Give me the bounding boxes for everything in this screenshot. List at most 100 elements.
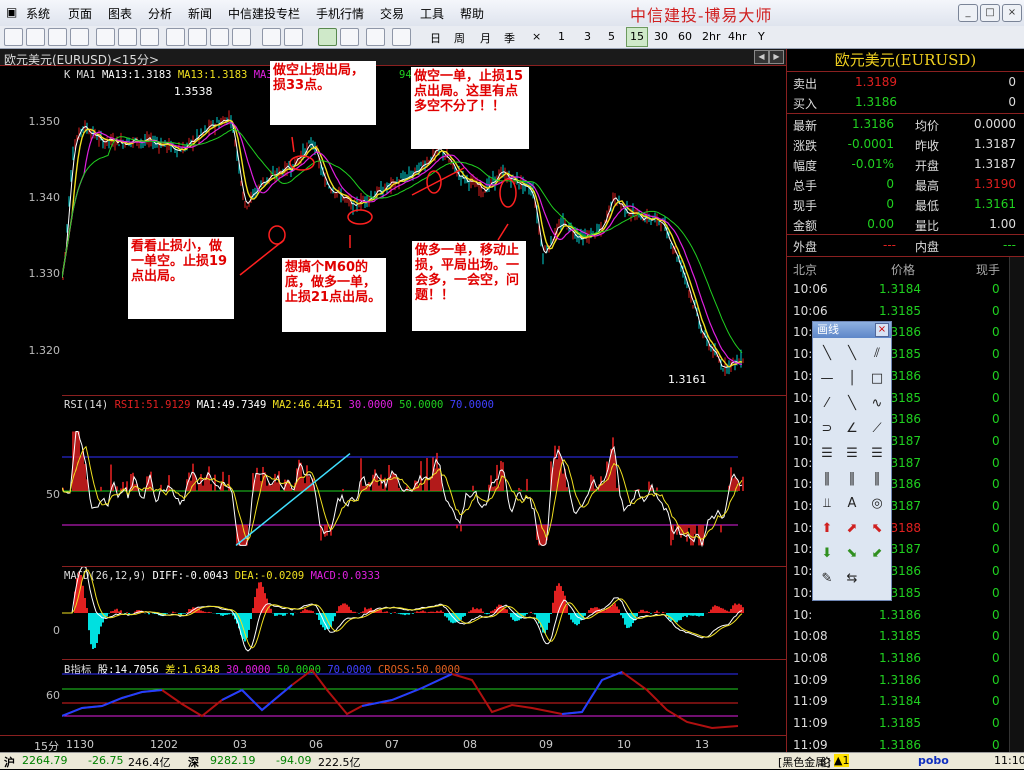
export-icon[interactable] <box>262 28 281 46</box>
draw-tool-icon[interactable]: ╲ <box>841 394 863 414</box>
zoom-out-icon[interactable] <box>210 28 229 46</box>
rsi-pane[interactable] <box>61 396 786 567</box>
draw-tool-icon[interactable]: ✎ <box>816 569 838 589</box>
refresh-icon[interactable] <box>166 28 185 46</box>
palette-title-bar[interactable]: 画线 × <box>813 322 891 338</box>
menu-news[interactable]: 新闻 <box>188 5 212 22</box>
maximize-icon[interactable]: □ <box>980 4 1000 22</box>
draw-tool-icon[interactable]: ‖ <box>816 469 838 489</box>
menu-chart[interactable]: 图表 <box>108 5 132 22</box>
draw-tool-icon[interactable]: ⬉ <box>866 519 888 539</box>
draw-tool-icon[interactable]: ☰ <box>866 444 888 464</box>
draw-tool-icon[interactable]: ⊃ <box>816 419 838 439</box>
list-icon[interactable] <box>48 28 67 46</box>
draw-tool-icon[interactable]: │ <box>841 369 863 389</box>
menu-analysis[interactable]: 分析 <box>148 5 172 22</box>
period-1[interactable]: 1 <box>558 30 565 43</box>
draw-tool-icon[interactable]: ⬊ <box>841 544 863 564</box>
tick-time: 10:09 <box>793 672 828 687</box>
draw-tool-icon[interactable]: ⫫ <box>816 494 838 514</box>
tick-time: 10: <box>793 325 813 340</box>
x-axis: 15分 1130 1202 03 06 07 08 09 10 13 <box>0 735 786 753</box>
fid-icon[interactable] <box>140 28 159 46</box>
f10-icon[interactable] <box>70 28 89 46</box>
draw-tool-icon[interactable]: ⁄ <box>816 394 838 414</box>
app-logo-icon[interactable]: ▣ <box>6 5 17 19</box>
plugin-icon[interactable] <box>366 28 385 46</box>
stat-label: 量比 <box>915 219 940 233</box>
tick-scrollbar[interactable] <box>1009 257 1024 752</box>
draw-tool-icon[interactable]: ╲ <box>841 344 863 364</box>
period-15[interactable]: 15 <box>626 27 648 47</box>
menu-tools[interactable]: 工具 <box>420 5 444 22</box>
draw-tool-icon[interactable]: ∠ <box>841 419 863 439</box>
menu-page[interactable]: 页面 <box>68 5 92 22</box>
draw-tool-icon[interactable]: ☰ <box>841 444 863 464</box>
draw-tool-icon[interactable]: ‖ <box>866 469 888 489</box>
tick-price: 1.3184 <box>879 282 921 296</box>
ask-row: 卖出 1.3189 0 <box>787 72 1024 92</box>
circle-mark <box>499 178 517 208</box>
minimize-icon[interactable]: _ <box>958 4 978 22</box>
zoom-in-icon[interactable] <box>188 28 207 46</box>
chart-pane[interactable]: 欧元美元(EURUSD)<15分> ◀ ▶ K MA1 MA13:1.3183 … <box>0 49 787 753</box>
draw-tool-icon[interactable]: — <box>816 369 838 389</box>
menu-help[interactable]: 帮助 <box>460 5 484 22</box>
grid-icon[interactable] <box>96 28 115 46</box>
period-5[interactable]: 5 <box>608 30 615 43</box>
tick-time: 10: <box>793 433 813 448</box>
chart-title-bar: 欧元美元(EURUSD)<15分> ◀ ▶ <box>0 49 786 67</box>
palette-close-icon[interactable]: × <box>875 323 889 337</box>
draw-tool-icon[interactable]: ⬋ <box>866 544 888 564</box>
alarm-icon[interactable] <box>340 28 359 46</box>
table-icon[interactable] <box>118 28 137 46</box>
draw-tool-icon[interactable]: ‖ <box>841 469 863 489</box>
period-3[interactable]: 3 <box>584 30 591 43</box>
chart-icon[interactable] <box>26 28 45 46</box>
menu-column[interactable]: 中信建投专栏 <box>228 5 300 22</box>
crosshair-icon[interactable] <box>232 28 251 46</box>
menu-trade[interactable]: 交易 <box>380 5 404 22</box>
drawing-palette[interactable]: 画线 × ╲ ╲ ⫽ — │ □ ⁄ ╲ ∿ ⊃ ∠ ⟋ ☰ ☰ ☰ ‖ ‖ ‖ ⫫ A ◎ ⬆ ⬈ ⬉ ⬇ ⬊ ⬋ ✎ ⇆ <box>812 321 892 601</box>
draw-tool-icon[interactable]: A <box>841 494 863 514</box>
draw-tool-icon[interactable]: ⬈ <box>841 519 863 539</box>
x-tick: 1202 <box>150 738 178 751</box>
period-4hr[interactable]: 4hr <box>728 30 747 43</box>
prev-arrow-icon[interactable]: ◀ <box>754 50 769 64</box>
period-month[interactable]: 月 <box>480 30 491 46</box>
menu-system[interactable]: 系统 <box>26 5 50 22</box>
macd-pane[interactable] <box>62 565 786 660</box>
draw-tool-icon[interactable]: ⟋ <box>866 419 888 439</box>
draw-tool-icon[interactable]: ⬇ <box>816 544 838 564</box>
menu-mobile[interactable]: 手机行情 <box>316 5 364 22</box>
period-y[interactable]: Y <box>758 30 765 43</box>
draw-tool-icon[interactable]: ☰ <box>816 444 838 464</box>
home-icon[interactable] <box>4 28 23 46</box>
draw-tool-icon[interactable]: ∿ <box>866 394 888 414</box>
b-pane[interactable] <box>61 660 786 736</box>
draw-tool-icon[interactable]: ⫽ <box>866 344 888 364</box>
close-icon[interactable]: × <box>1002 4 1022 22</box>
brand-title: 中信建投-博易大师 <box>630 6 773 25</box>
b-blue-segment <box>561 671 623 715</box>
draw-tool-icon[interactable]: ⬆ <box>816 519 838 539</box>
period-30[interactable]: 30 <box>654 30 668 43</box>
draw-tool-icon[interactable]: ⇆ <box>841 569 863 589</box>
period-day[interactable]: 日 <box>430 30 441 46</box>
draw-line-icon[interactable] <box>318 28 337 46</box>
window-icon[interactable] <box>284 28 303 46</box>
period-60[interactable]: 60 <box>678 30 692 43</box>
draw-tool-icon[interactable]: ╲ <box>816 344 838 364</box>
tick-price: 1.3185 <box>879 716 921 730</box>
x-tick: 10 <box>617 738 631 751</box>
period-week[interactable]: 周 <box>454 30 465 46</box>
next-arrow-icon[interactable]: ▶ <box>769 50 784 64</box>
period-2hr[interactable]: 2hr <box>702 30 721 43</box>
draw-tool-icon[interactable]: □ <box>866 369 888 389</box>
stat-label: 总手 <box>793 179 818 193</box>
period-quarter[interactable]: 季 <box>504 30 515 46</box>
lightning-icon[interactable] <box>392 28 411 46</box>
draw-tool-icon[interactable]: ◎ <box>866 494 888 514</box>
alert-badge[interactable]: ▲1 <box>834 754 850 767</box>
period-close[interactable]: × <box>532 30 541 43</box>
